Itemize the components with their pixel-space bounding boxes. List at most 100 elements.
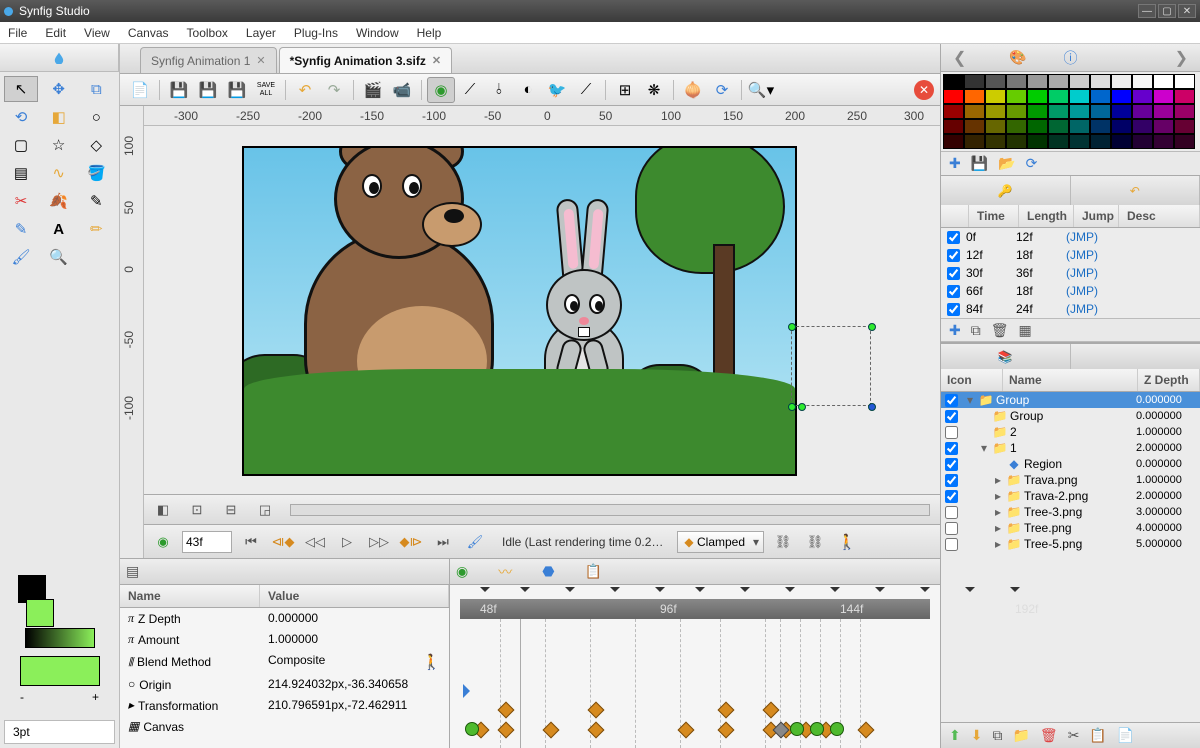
zoom-tool-icon[interactable]: 🔍▾ xyxy=(747,77,775,103)
tool-scale[interactable]: ⧉ xyxy=(79,76,113,102)
seek-end-icon[interactable]: ⏭ xyxy=(430,530,456,554)
tool-transform[interactable]: ↖ xyxy=(4,76,38,102)
palette-swatch[interactable] xyxy=(1027,104,1048,119)
close-tab-icon[interactable]: ✕ xyxy=(432,54,441,67)
nav-next-icon[interactable]: ❯ xyxy=(1169,48,1194,68)
tool-rectangle[interactable]: ▢ xyxy=(4,132,38,158)
layer-visible-checkbox[interactable] xyxy=(945,490,958,503)
seek-prev-kf-icon[interactable]: ⧏◆ xyxy=(270,530,296,554)
layer-expand-icon[interactable]: ▾ xyxy=(964,393,976,407)
palette-swatch[interactable] xyxy=(1132,104,1153,119)
seek-start-icon[interactable]: ⏮ xyxy=(238,530,264,554)
layer-row[interactable]: 📁Group0.000000 xyxy=(941,408,1200,424)
lock-keyframes-future-icon[interactable]: ⛓ xyxy=(802,530,828,554)
ducks-radius-icon[interactable]: 🐦 xyxy=(543,77,571,103)
play-icon[interactable]: ▷ xyxy=(334,530,360,554)
tool-sketch[interactable]: ✎ xyxy=(79,188,113,214)
palette-swatch[interactable] xyxy=(1090,134,1111,149)
palette-default-icon[interactable]: ⟳ xyxy=(1026,155,1038,172)
palette-swatch[interactable] xyxy=(1111,104,1132,119)
palette-swatch[interactable] xyxy=(985,119,1006,134)
layer-row[interactable]: ▾📁Group0.000000 xyxy=(941,392,1200,408)
selection-handle[interactable] xyxy=(868,403,876,411)
palette-swatch[interactable] xyxy=(1027,119,1048,134)
palette-swatch[interactable] xyxy=(985,104,1006,119)
params-col-value[interactable]: Value xyxy=(260,585,449,607)
kf-col-length[interactable]: Length xyxy=(1019,205,1074,227)
palette-tab-icon[interactable]: 🎨 xyxy=(972,49,1063,66)
palette-swatch[interactable] xyxy=(1006,134,1027,149)
navigator-tab[interactable]: ↶ xyxy=(1071,176,1200,205)
palette-swatch[interactable] xyxy=(1153,119,1174,134)
palette-open-icon[interactable]: 📂 xyxy=(998,155,1015,172)
kf-col-desc[interactable]: Desc xyxy=(1119,205,1200,227)
show-grid-icon[interactable]: ⊞ xyxy=(611,77,639,103)
layer-up-icon[interactable]: ⬆ xyxy=(949,727,961,744)
layer-expand-icon[interactable]: ▾ xyxy=(978,441,990,455)
palette-swatch[interactable] xyxy=(1132,134,1153,149)
palette-swatch[interactable] xyxy=(1111,74,1132,89)
ducks-width-icon[interactable]: ⟋ xyxy=(572,77,600,103)
undo-icon[interactable]: ↶ xyxy=(291,77,319,103)
menu-file[interactable]: File xyxy=(8,26,27,40)
keyframe-row[interactable]: 66f18f(JMP) xyxy=(941,282,1200,300)
brush-size-input[interactable]: 3pt xyxy=(4,720,115,744)
maximize-button[interactable]: ▢ xyxy=(1158,4,1176,18)
menu-canvas[interactable]: Canvas xyxy=(128,26,169,40)
brush-decrease[interactable]: - xyxy=(20,690,24,704)
ducks-position-icon[interactable]: ⟋ xyxy=(456,77,484,103)
toolbox-tab[interactable] xyxy=(0,44,119,71)
selection-handle[interactable] xyxy=(868,323,876,331)
keyframe-row[interactable]: 30f36f(JMP) xyxy=(941,264,1200,282)
palette-swatch[interactable] xyxy=(1132,74,1153,89)
palette-swatch[interactable] xyxy=(1090,89,1111,104)
palette-swatch[interactable] xyxy=(964,104,985,119)
render-icon[interactable]: 🎬 xyxy=(359,77,387,103)
layer-expand-icon[interactable]: ▸ xyxy=(992,537,1004,551)
layer-visible-checkbox[interactable] xyxy=(945,426,958,439)
palette-swatch[interactable] xyxy=(943,74,964,89)
palette-swatch[interactable] xyxy=(964,134,985,149)
doc-tab-1[interactable]: Synfig Animation 1✕ xyxy=(140,47,277,73)
layer-delete-icon[interactable]: 🗑 xyxy=(1040,727,1058,744)
kf-enable-checkbox[interactable] xyxy=(947,267,960,280)
tool-draw[interactable]: ✏ xyxy=(79,216,113,242)
palette-swatch[interactable] xyxy=(1090,104,1111,119)
canvas-viewport[interactable] xyxy=(144,126,940,494)
layer-row[interactable]: ◆Region0.000000 xyxy=(941,456,1200,472)
menu-window[interactable]: Window xyxy=(356,26,399,40)
layer-expand-icon[interactable]: ▸ xyxy=(992,505,1004,519)
keyframe-row[interactable]: 84f24f(JMP) xyxy=(941,300,1200,318)
palette-swatch[interactable] xyxy=(1132,89,1153,104)
tool-rotate[interactable]: ⟲ xyxy=(4,104,38,130)
lock-keyframes-past-icon[interactable]: ⛓ xyxy=(770,530,796,554)
menu-toolbox[interactable]: Toolbox xyxy=(187,26,228,40)
menu-help[interactable]: Help xyxy=(417,26,442,40)
ducks-vertex-icon[interactable]: ⫰ xyxy=(485,77,513,103)
layer-row[interactable]: ▸📁Tree-3.png3.000000 xyxy=(941,504,1200,520)
palette-swatch[interactable] xyxy=(1027,74,1048,89)
doc-tab-2[interactable]: *Synfig Animation 3.sifz✕ xyxy=(279,47,452,73)
keyframe-row[interactable]: 0f12f(JMP) xyxy=(941,228,1200,246)
palette-swatch[interactable] xyxy=(1069,119,1090,134)
palette-swatch[interactable] xyxy=(985,134,1006,149)
tool-cut[interactable]: ✂ xyxy=(4,188,38,214)
layer-cut-icon[interactable]: ✂ xyxy=(1068,727,1080,744)
tool-brush[interactable]: 🖌 xyxy=(4,244,38,270)
tool-spline[interactable]: ∿ xyxy=(42,160,76,186)
kf-add-icon[interactable]: ✚ xyxy=(949,322,961,339)
layer-visible-checkbox[interactable] xyxy=(945,522,958,535)
tool-fill[interactable]: 🪣 xyxy=(79,160,113,186)
param-row[interactable]: ▦ Canvas xyxy=(120,716,449,737)
kf-props-icon[interactable]: ▦ xyxy=(1019,322,1032,339)
palette-swatch[interactable] xyxy=(1069,89,1090,104)
close-window-button[interactable]: ✕ xyxy=(1178,4,1196,18)
palette-swatch[interactable] xyxy=(1006,104,1027,119)
h-scrollbar[interactable] xyxy=(290,504,930,516)
menu-plugins[interactable]: Plug-Ins xyxy=(294,26,338,40)
layer-copy-icon[interactable]: 📋 xyxy=(1089,727,1106,744)
interpolation-dropdown[interactable]: ◆ Clamped xyxy=(677,531,764,553)
palette-add-icon[interactable]: ✚ xyxy=(949,155,961,172)
tool-text[interactable]: A xyxy=(42,216,76,242)
menu-icon[interactable]: ◧ xyxy=(150,498,176,522)
